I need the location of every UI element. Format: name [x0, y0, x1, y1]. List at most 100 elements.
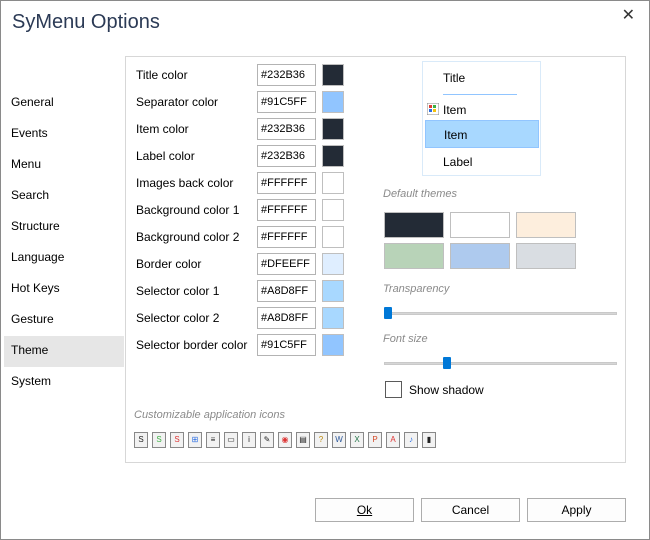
- color-label: Title color: [136, 68, 188, 82]
- color-swatch-button[interactable]: [322, 118, 344, 140]
- help-icon[interactable]: ?: [314, 432, 328, 448]
- color-row: Images back color: [136, 170, 351, 197]
- transparency-slider-thumb[interactable]: [384, 307, 392, 319]
- chrome-icon[interactable]: ◉: [278, 432, 292, 448]
- color-swatch-button[interactable]: [322, 145, 344, 167]
- color-swatch-button[interactable]: [322, 334, 344, 356]
- color-row: Label color: [136, 143, 351, 170]
- powerpoint-icon[interactable]: P: [368, 432, 382, 448]
- color-hex-input[interactable]: [257, 64, 316, 86]
- color-hex-input[interactable]: [257, 172, 316, 194]
- preview-item: Item: [427, 99, 537, 121]
- info-icon[interactable]: i: [242, 432, 256, 448]
- color-hex-input[interactable]: [257, 307, 316, 329]
- color-row: Selector color 2: [136, 305, 351, 332]
- window-title: SyMenu Options: [12, 11, 160, 33]
- preview-selected-label: Item: [444, 128, 468, 142]
- close-icon[interactable]: ✕: [622, 5, 635, 25]
- word-icon[interactable]: W: [332, 432, 346, 448]
- default-theme-swatch[interactable]: [450, 212, 510, 238]
- item-image-icon: [427, 103, 439, 115]
- default-theme-swatch[interactable]: [516, 212, 576, 238]
- preview-separator: [443, 94, 517, 95]
- transparency-label: Transparency: [383, 283, 450, 295]
- sidebar-item-menu[interactable]: Menu: [4, 150, 124, 181]
- color-label: Separator color: [136, 95, 219, 109]
- sidebar-item-events[interactable]: Events: [4, 119, 124, 150]
- color-label: Selector border color: [136, 338, 248, 352]
- color-row: Selector border color: [136, 332, 351, 359]
- excel-icon[interactable]: X: [350, 432, 364, 448]
- symenu-red-icon[interactable]: S: [170, 432, 184, 448]
- color-row: Title color: [136, 62, 351, 89]
- font-size-label: Font size: [383, 333, 428, 345]
- folder-icon[interactable]: ▭: [224, 432, 238, 448]
- symenu-icon[interactable]: S: [134, 432, 148, 448]
- preview-selected-item: Item: [425, 120, 539, 148]
- color-swatch-button[interactable]: [322, 64, 344, 86]
- color-label: Item color: [136, 122, 189, 136]
- color-row: Separator color: [136, 89, 351, 116]
- sidebar-item-structure[interactable]: Structure: [4, 212, 124, 243]
- color-hex-input[interactable]: [257, 280, 316, 302]
- color-row: Background color 2: [136, 224, 351, 251]
- color-swatch-button[interactable]: [322, 280, 344, 302]
- color-swatch-button[interactable]: [322, 226, 344, 248]
- ok-button[interactable]: Ok: [315, 498, 414, 522]
- transparency-slider[interactable]: [384, 312, 617, 315]
- sidebar-item-theme[interactable]: Theme: [4, 336, 124, 367]
- clipboard-icon[interactable]: ▤: [296, 432, 310, 448]
- sidebar-item-system[interactable]: System: [4, 367, 124, 398]
- color-label: Background color 2: [136, 230, 240, 244]
- show-shadow-checkbox[interactable]: [385, 381, 402, 398]
- color-row: Border color: [136, 251, 351, 278]
- color-hex-input[interactable]: [257, 253, 316, 275]
- apply-button[interactable]: Apply: [527, 498, 626, 522]
- sidebar-item-general[interactable]: General: [4, 88, 124, 119]
- app-icons-label: Customizable application icons: [134, 409, 286, 421]
- color-swatch-button[interactable]: [322, 199, 344, 221]
- color-row: Background color 1: [136, 197, 351, 224]
- color-hex-input[interactable]: [257, 199, 316, 221]
- default-theme-swatch[interactable]: [450, 243, 510, 269]
- color-swatch-button[interactable]: [322, 172, 344, 194]
- color-label: Label color: [136, 149, 195, 163]
- color-hex-input[interactable]: [257, 91, 316, 113]
- color-label: Border color: [136, 257, 202, 271]
- app-icons-strip: S S S ⊞ ≡ ▭ i ✎ ◉ ▤? W X P A ♪ ▮: [134, 432, 436, 448]
- cancel-button[interactable]: Cancel: [421, 498, 520, 522]
- color-swatch-button[interactable]: [322, 307, 344, 329]
- color-label: Background color 1: [136, 203, 240, 217]
- default-theme-swatch[interactable]: [384, 212, 444, 238]
- windows-icon[interactable]: ⊞: [188, 432, 202, 448]
- font-size-slider-thumb[interactable]: [442, 357, 451, 369]
- default-themes-label: Default themes: [383, 188, 457, 200]
- color-label: Images back color: [136, 176, 234, 190]
- ok-button-label: Ok: [356, 503, 373, 517]
- sidebar-item-hot-keys[interactable]: Hot Keys: [4, 274, 124, 305]
- music-icon[interactable]: ♪: [404, 432, 418, 448]
- pdf-icon[interactable]: A: [386, 432, 400, 448]
- sidebar-nav: General Events Menu Search Structure Language…: [4, 88, 124, 398]
- symenu-green-icon[interactable]: S: [152, 432, 166, 448]
- font-size-slider[interactable]: [384, 362, 617, 365]
- notepad-icon[interactable]: ✎: [260, 432, 274, 448]
- sidebar-item-gesture[interactable]: Gesture: [4, 305, 124, 336]
- default-theme-swatch[interactable]: [516, 243, 576, 269]
- color-swatch-button[interactable]: [322, 91, 344, 113]
- sidebar-item-language[interactable]: Language: [4, 243, 124, 274]
- color-hex-input[interactable]: [257, 226, 316, 248]
- default-theme-swatch[interactable]: [384, 243, 444, 269]
- color-hex-input[interactable]: [257, 145, 316, 167]
- color-hex-input[interactable]: [257, 118, 316, 140]
- zip-icon[interactable]: ▮: [422, 432, 436, 448]
- preview-title: Title: [443, 71, 466, 85]
- color-row: Item color: [136, 116, 351, 143]
- color-hex-input[interactable]: [257, 334, 316, 356]
- color-label: Selector color 2: [136, 311, 220, 325]
- color-swatch-button[interactable]: [322, 253, 344, 275]
- document-icon[interactable]: ≡: [206, 432, 220, 448]
- sidebar-item-search[interactable]: Search: [4, 181, 124, 212]
- color-label: Selector color 1: [136, 284, 220, 298]
- color-row: Selector color 1: [136, 278, 351, 305]
